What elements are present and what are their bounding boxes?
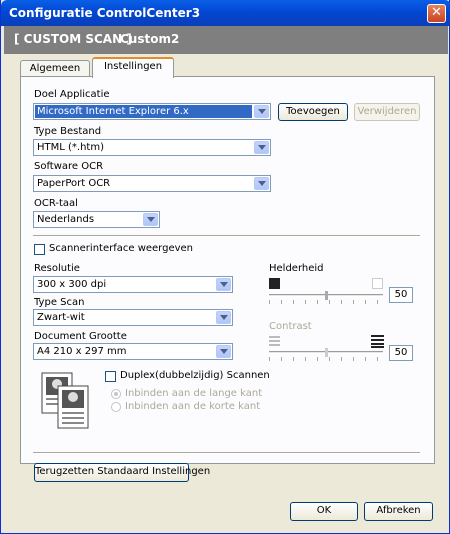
- helderheid-thumb[interactable]: [325, 291, 328, 300]
- duplex-label: Duplex(dubbelzijdig) Scannen: [120, 370, 270, 381]
- chevron-down-icon[interactable]: [216, 278, 231, 291]
- radio-long-edge-label: Inbinden aan de lange kant: [125, 388, 263, 399]
- ocr-taal-select[interactable]: Nederlands: [33, 211, 160, 228]
- ocr-taal-value: Nederlands: [37, 214, 95, 225]
- resolutie-select[interactable]: 300 x 300 dpi: [33, 276, 233, 293]
- reset-defaults-button[interactable]: Terugzetten Standaard Instellingen: [34, 463, 210, 482]
- header-mode: [ CUSTOM SCAN ]: [14, 32, 132, 46]
- duplex-document-icon: [41, 372, 89, 429]
- window-title: Configuratie ControlCenter3: [9, 6, 201, 20]
- contrast-value[interactable]: 50: [389, 345, 413, 361]
- contrast-label: Contrast: [269, 321, 312, 332]
- ocr-software-label: Software OCR: [34, 161, 104, 172]
- radio-short-edge-label: Inbinden aan de korte kant: [125, 401, 261, 412]
- type-scan-select[interactable]: Zwart-wit: [33, 309, 233, 326]
- chevron-down-icon[interactable]: [216, 311, 231, 324]
- helderheid-value[interactable]: 50: [389, 287, 413, 303]
- radio-long-edge[interactable]: [111, 389, 121, 399]
- type-bestand-label: Type Bestand: [34, 126, 102, 137]
- header-name: Custom2: [120, 32, 180, 46]
- type-bestand-value: HTML (*.htm): [37, 142, 104, 153]
- chevron-down-icon[interactable]: [254, 141, 269, 154]
- contrast-thumb[interactable]: [325, 348, 328, 357]
- radio-short-edge[interactable]: [111, 402, 121, 412]
- header-bar: [ CUSTOM SCAN ] Custom2: [4, 26, 448, 54]
- scanner-interface-checkbox[interactable]: [34, 244, 45, 255]
- chevron-down-icon[interactable]: [143, 213, 158, 226]
- resolutie-label: Resolutie: [34, 263, 80, 274]
- helderheid-ticks: [269, 300, 383, 304]
- doel-select[interactable]: Microsoft Internet Explorer 6.x: [33, 103, 271, 120]
- doel-label: Doel Applicatie: [34, 89, 110, 100]
- divider: [33, 452, 420, 454]
- dialog-window: Configuratie ControlCenter3 ✕ [ CUSTOM S…: [0, 0, 450, 534]
- contrast-low-icon: [269, 336, 280, 346]
- doel-value: Microsoft Internet Explorer 6.x: [35, 105, 252, 118]
- toevoegen-button[interactable]: Toevoegen: [278, 103, 348, 121]
- helderheid-label: Helderheid: [269, 263, 324, 274]
- type-scan-value: Zwart-wit: [37, 312, 85, 323]
- type-bestand-select[interactable]: HTML (*.htm): [33, 139, 271, 156]
- ok-button[interactable]: OK: [290, 502, 358, 521]
- dark-square-icon: [269, 278, 280, 289]
- ocr-taal-label: OCR-taal: [34, 198, 78, 209]
- resolutie-value: 300 x 300 dpi: [37, 279, 107, 290]
- duplex-checkbox[interactable]: [105, 371, 116, 382]
- tab-instellingen[interactable]: Instellingen: [92, 57, 174, 78]
- contrast-ticks: [269, 357, 383, 361]
- type-scan-label: Type Scan: [34, 297, 85, 308]
- chevron-down-icon[interactable]: [254, 105, 269, 118]
- scanner-interface-label: Scannerinterface weergeven: [49, 243, 194, 254]
- doc-grootte-value: A4 210 x 297 mm: [37, 346, 127, 357]
- cancel-button[interactable]: Afbreken: [364, 502, 433, 521]
- verwijderen-button[interactable]: Verwijderen: [354, 103, 420, 121]
- ocr-software-select[interactable]: PaperPort OCR: [33, 175, 271, 192]
- doc-grootte-select[interactable]: A4 210 x 297 mm: [33, 343, 233, 360]
- chevron-down-icon[interactable]: [254, 177, 269, 190]
- divider: [33, 235, 420, 237]
- title-bar[interactable]: Configuratie ControlCenter3 ✕: [1, 0, 450, 26]
- chevron-down-icon[interactable]: [216, 345, 231, 358]
- close-icon[interactable]: ✕: [427, 4, 446, 23]
- contrast-high-icon: [371, 335, 384, 348]
- doc-grootte-label: Document Grootte: [34, 331, 127, 342]
- ocr-software-value: PaperPort OCR: [37, 178, 111, 189]
- light-square-icon: [372, 278, 383, 289]
